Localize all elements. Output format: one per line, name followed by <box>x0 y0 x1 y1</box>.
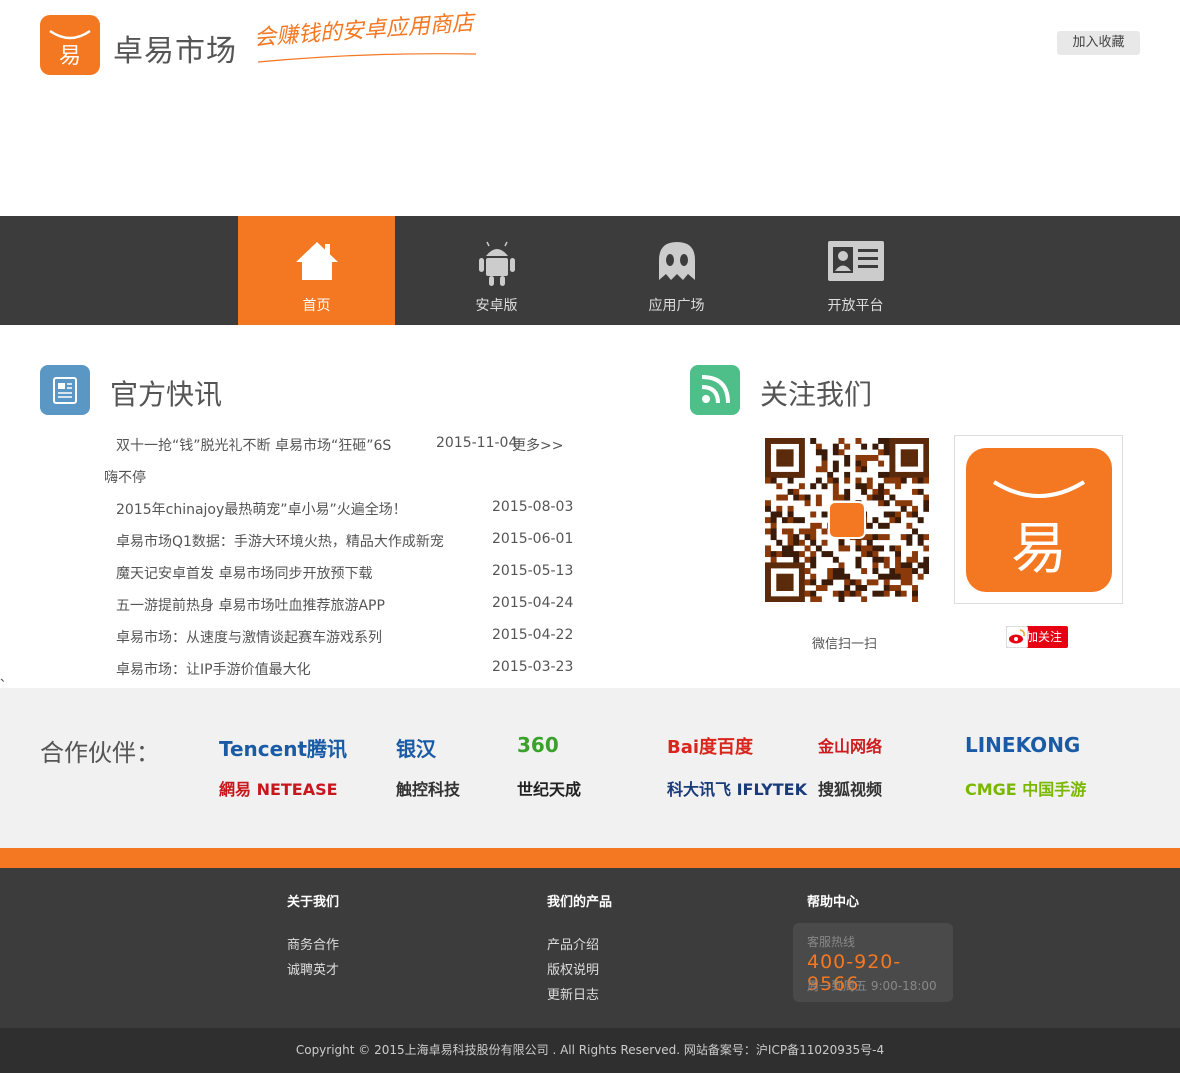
home-icon <box>295 242 338 280</box>
partners-title: 合作伙伴： <box>40 739 160 767</box>
partner-logo[interactable]: 银汉 <box>396 733 436 762</box>
nav-item-home[interactable]: 首页 <box>238 216 395 325</box>
news-item-title[interactable]: 五一游提前热身 卓易市场吐血推荐旅游APP <box>116 595 385 615</box>
footer: 关于我们 商务合作 诚聘英才 我们的产品 产品介绍 版权说明 更新日志 帮助中心… <box>0 868 1180 1028</box>
android-icon <box>478 241 515 286</box>
main-nav: 首页 安卓版 应用广场 开放平台 <box>0 216 1180 325</box>
news-item-title[interactable]: 卓易市场：从速度与激情谈起赛车游戏系列 <box>116 627 382 647</box>
weibo-follow-button[interactable]: 加关注 <box>1006 626 1068 648</box>
wechat-scan-label: 微信扫一扫 <box>812 637 878 652</box>
id-card-icon <box>827 241 884 281</box>
header: 易 卓易市场 会赚钱的安卓应用商店 加入收藏 <box>0 0 1180 216</box>
footer-help-title: 帮助中心 <box>807 895 860 910</box>
partners-section: 合作伙伴： Tencent腾讯 银汉 360 Bai度百度 金山网络 LINEKONG 網… <box>0 688 1180 848</box>
nav-label-android: 安卓版 <box>475 298 518 314</box>
partner-logo[interactable]: LINEKONG <box>965 733 1080 757</box>
ghost-icon <box>658 242 695 280</box>
rss-icon <box>690 365 740 415</box>
nav-item-open-platform[interactable]: 开放平台 <box>777 216 934 325</box>
partner-logo[interactable]: 360 <box>517 733 559 757</box>
news-item-title[interactable]: 卓易市场：让IP手游价值最大化 <box>116 659 311 679</box>
nav-label-open-platform: 开放平台 <box>827 298 884 314</box>
partner-logo[interactable]: 搜狐视频 <box>818 776 882 800</box>
logo-icon[interactable]: 易 <box>40 15 100 75</box>
news-item-date: 2015-06-01 <box>492 531 574 547</box>
partner-logo[interactable]: CMGE 中国手游 <box>965 776 1086 800</box>
hotline-box: 客服热线 400-920-9566 周一到周五 9:00-18:00 <box>793 923 953 1002</box>
news-item-title[interactable]: 2015年chinajoy最热萌宠”卓小易”火遍全场！ <box>116 499 407 519</box>
partner-logo[interactable]: 網易 NETEASE <box>219 776 338 800</box>
partner-logo[interactable]: 科大讯飞 IFLYTEK <box>667 776 807 800</box>
news-item-title-wrap[interactable]: 嗨不停 <box>104 467 146 487</box>
hotline-label: 客服热线 <box>807 935 856 949</box>
footer-link-careers[interactable]: 诚聘英才 <box>287 959 339 978</box>
news-item-date: 2015-11-04 <box>436 435 518 451</box>
wechat-qr-code <box>765 438 929 602</box>
news-item-title[interactable]: 卓易市场Q1数据：手游大环境火热，精品大作成新宠 <box>116 531 444 551</box>
weibo-follow-label: 加关注 <box>1026 630 1063 644</box>
footer-link-changelog[interactable]: 更新日志 <box>547 984 599 1003</box>
footer-about-title: 关于我们 <box>287 895 340 910</box>
brand-name: 卓易市场 <box>113 34 237 69</box>
footer-products-title: 我们的产品 <box>547 895 613 910</box>
svg-text:易: 易 <box>59 44 81 69</box>
partner-logo[interactable]: Bai度百度 <box>667 733 753 759</box>
partner-logo[interactable]: 世纪天成 <box>517 776 581 800</box>
hotline-hours: 周一到周五 9:00-18:00 <box>807 979 937 993</box>
partner-logo[interactable]: 金山网络 <box>818 733 882 757</box>
add-favorite-button[interactable]: 加入收藏 <box>1057 31 1140 55</box>
app-logo-icon: 易 <box>966 448 1112 592</box>
svg-text:易: 易 <box>1011 517 1067 582</box>
news-more-link[interactable]: 更多>> <box>512 435 563 455</box>
weibo-icon <box>1006 626 1028 648</box>
copyright: Copyright © 2015上海卓易科技股份有限公司 . All Right… <box>0 1028 1180 1073</box>
news-item-title[interactable]: 双十一抢“钱”脱光礼不断 卓易市场“狂砸”6S <box>116 435 391 455</box>
footer-link-product-intro[interactable]: 产品介绍 <box>547 934 599 953</box>
footer-accent-bar <box>0 848 1180 868</box>
app-logo-card: 易 <box>954 435 1123 604</box>
follow-section-title: 关注我们 <box>760 378 873 411</box>
news-icon <box>40 365 90 415</box>
news-item-date: 2015-04-24 <box>492 595 574 611</box>
news-section-title: 官方快讯 <box>110 378 223 411</box>
news-item-date: 2015-05-13 <box>492 563 574 579</box>
partner-logo[interactable]: 触控科技 <box>396 776 460 800</box>
nav-item-app-square[interactable]: 应用广场 <box>598 216 755 325</box>
footer-link-business[interactable]: 商务合作 <box>287 934 339 953</box>
slogan: 会赚钱的安卓应用商店 <box>253 10 475 51</box>
news-item-date: 2015-03-23 <box>492 659 574 675</box>
footer-link-copyright[interactable]: 版权说明 <box>547 959 599 978</box>
slogan-underline <box>257 53 477 63</box>
news-item-date: 2015-08-03 <box>492 499 574 515</box>
nav-label-home: 首页 <box>302 298 331 314</box>
nav-item-android[interactable]: 安卓版 <box>418 216 575 325</box>
news-item-title[interactable]: 魔天记安卓首发 卓易市场同步开放预下载 <box>116 563 372 583</box>
news-item-date: 2015-04-22 <box>492 627 574 643</box>
nav-label-app-square: 应用广场 <box>648 298 705 314</box>
partner-logo[interactable]: Tencent腾讯 <box>219 733 347 762</box>
stray-mark: 、 <box>0 670 13 684</box>
